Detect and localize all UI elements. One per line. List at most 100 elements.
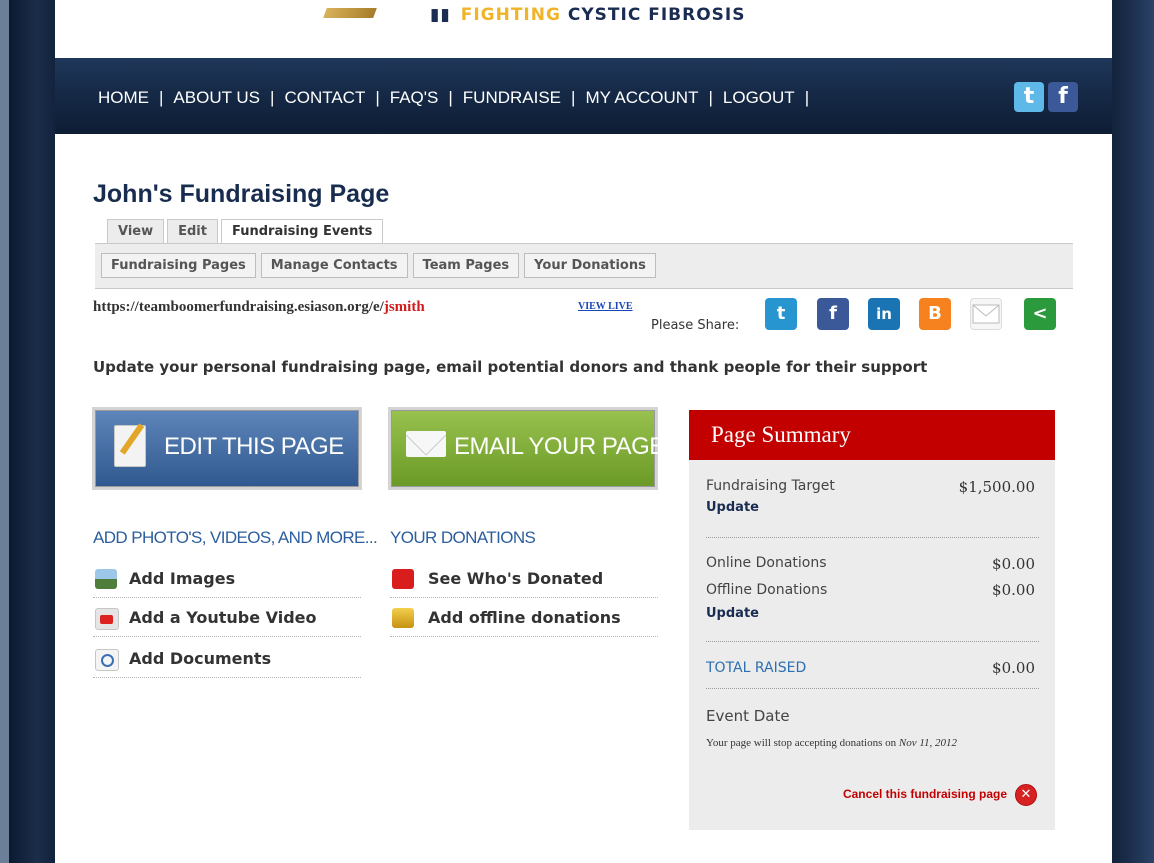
intro-text: Update your personal fundraising page, e… bbox=[93, 358, 928, 376]
share-icon[interactable]: < bbox=[1024, 298, 1056, 330]
tab-view[interactable]: View bbox=[107, 219, 165, 246]
facebook-icon[interactable]: f bbox=[817, 298, 849, 330]
add-youtube-label: Add a Youtube Video bbox=[129, 608, 317, 627]
cancel-glyph: ✕ bbox=[1020, 787, 1032, 802]
pencil-icon bbox=[114, 423, 146, 467]
youtube-icon bbox=[95, 608, 119, 630]
heart-icon bbox=[392, 569, 414, 589]
nav-my-account[interactable]: MY ACCOUNT bbox=[585, 88, 698, 108]
share-facebook-glyph: f bbox=[829, 303, 837, 324]
total-raised-value: $0.00 bbox=[992, 659, 1035, 677]
nav-faqs[interactable]: FAQ'S bbox=[390, 88, 439, 108]
event-date-value: Nov 11, 2012 bbox=[898, 737, 958, 749]
add-offline-donations-label: Add offline donations bbox=[428, 608, 621, 627]
twitter-icon[interactable]: t bbox=[765, 298, 797, 330]
nav-separator: | bbox=[159, 88, 164, 107]
update-offline-link[interactable]: Update bbox=[706, 606, 759, 621]
divider bbox=[706, 688, 1039, 689]
logo-mark-icon bbox=[323, 8, 377, 18]
nav-separator: | bbox=[270, 88, 275, 107]
update-target-link[interactable]: Update bbox=[706, 500, 759, 515]
nav-separator: | bbox=[571, 88, 576, 107]
email-page-label: EMAIL YOUR PAGE bbox=[454, 433, 665, 460]
subtab-team-pages[interactable]: Team Pages bbox=[412, 253, 520, 278]
add-images-link[interactable]: Add Images bbox=[93, 559, 361, 598]
add-images-label: Add Images bbox=[129, 569, 236, 588]
offline-donations-label: Offline Donations bbox=[706, 582, 828, 598]
subtab-your-donations[interactable]: Your Donations bbox=[524, 253, 656, 278]
summary-header: Page Summary bbox=[689, 410, 1055, 460]
nav-separator: | bbox=[375, 88, 380, 107]
add-media-heading: ADD PHOTO'S, VIDEOS, AND MORE... bbox=[93, 528, 378, 547]
cancel-page-link[interactable]: Cancel this fundraising page bbox=[843, 787, 1007, 801]
please-share-label: Please Share: bbox=[651, 318, 740, 333]
facebook-icon[interactable]: f bbox=[1048, 82, 1078, 112]
twitter-icon[interactable]: t bbox=[1014, 82, 1044, 112]
event-date-label: Event Date bbox=[706, 707, 790, 725]
subtab-bar: Fundraising Pages Manage Contacts Team P… bbox=[95, 243, 1073, 289]
side-strip bbox=[0, 0, 9, 863]
share-twitter-glyph: t bbox=[776, 303, 786, 324]
online-donations-value: $0.00 bbox=[992, 555, 1035, 573]
tab-bar: View Edit Fundraising Events bbox=[107, 219, 386, 246]
share-glyph: < bbox=[1032, 303, 1048, 324]
add-offline-donations-link[interactable]: Add offline donations bbox=[390, 598, 658, 637]
linkedin-icon[interactable]: in bbox=[868, 298, 900, 330]
logo-text-b: CYSTIC FIBROSIS bbox=[567, 5, 746, 25]
edit-page-button[interactable]: EDIT THIS PAGE bbox=[95, 410, 359, 487]
nav-logout[interactable]: LOGOUT bbox=[723, 88, 795, 108]
nav-fundraise[interactable]: FUNDRAISE bbox=[463, 88, 561, 108]
share-linkedin-glyph: in bbox=[876, 305, 892, 323]
email-icon[interactable] bbox=[970, 298, 1002, 330]
share-blogger-glyph: B bbox=[928, 303, 942, 324]
divider bbox=[706, 537, 1039, 538]
nav-separator: | bbox=[448, 88, 453, 107]
page-title: John's Fundraising Page bbox=[93, 180, 390, 208]
nav-about-us[interactable]: ABOUT US bbox=[173, 88, 260, 108]
blogger-icon[interactable]: B bbox=[919, 298, 951, 330]
add-documents-label: Add Documents bbox=[129, 649, 272, 668]
logo-text-a: FIGHTING bbox=[460, 5, 561, 25]
tab-edit[interactable]: Edit bbox=[167, 219, 218, 246]
divider bbox=[706, 641, 1039, 642]
image-icon bbox=[95, 569, 117, 589]
logo-emblem-icon: ▮▮ bbox=[430, 5, 451, 25]
nav-separator: | bbox=[804, 88, 810, 107]
add-youtube-link[interactable]: Add a Youtube Video bbox=[93, 598, 361, 637]
document-search-icon bbox=[95, 649, 119, 671]
view-live-link[interactable]: VIEW LIVE bbox=[578, 301, 633, 312]
facebook-glyph: f bbox=[1058, 84, 1068, 109]
offline-donations-value: $0.00 bbox=[992, 581, 1035, 599]
envelope-icon bbox=[406, 431, 446, 457]
page-summary-panel: Page Summary Fundraising Target $1,500.0… bbox=[689, 410, 1055, 830]
coins-icon bbox=[392, 608, 414, 628]
target-label: Fundraising Target bbox=[706, 478, 835, 494]
tab-fundraising-events[interactable]: Fundraising Events bbox=[220, 219, 384, 246]
right-frame bbox=[1112, 0, 1154, 863]
see-donations-link[interactable]: See Who's Donated bbox=[390, 559, 658, 598]
online-donations-label: Online Donations bbox=[706, 555, 827, 571]
main-nav: HOME | ABOUT US | CONTACT | FAQ'S | FUND… bbox=[55, 58, 1112, 134]
email-page-button[interactable]: EMAIL YOUR PAGE bbox=[391, 410, 665, 487]
see-donations-label: See Who's Donated bbox=[428, 569, 604, 588]
logo-strip: ▮▮ FIGHTING CYSTIC FIBROSIS bbox=[55, 0, 1112, 58]
donations-heading: YOUR DONATIONS bbox=[390, 528, 536, 547]
nav-contact[interactable]: CONTACT bbox=[284, 88, 365, 108]
nav-items: HOME | ABOUT US | CONTACT | FAQ'S | FUND… bbox=[98, 88, 819, 108]
event-note-text: Your page will stop accepting donations … bbox=[706, 737, 897, 749]
page-url: https://teamboomerfundraising.esiason.or… bbox=[93, 299, 425, 316]
page-content: ▮▮ FIGHTING CYSTIC FIBROSIS HOME | ABOUT … bbox=[55, 0, 1112, 863]
subtab-fundraising-pages[interactable]: Fundraising Pages bbox=[101, 253, 256, 278]
close-circle-icon[interactable]: ✕ bbox=[1015, 784, 1037, 806]
event-note: Your page will stop accepting donations … bbox=[706, 734, 1036, 752]
add-documents-link[interactable]: Add Documents bbox=[93, 639, 361, 678]
subtab-manage-contacts[interactable]: Manage Contacts bbox=[260, 253, 408, 278]
nav-separator: | bbox=[708, 88, 713, 107]
url-base: https://teamboomerfundraising.esiason.or… bbox=[93, 299, 384, 315]
edit-page-label: EDIT THIS PAGE bbox=[164, 433, 344, 460]
nav-home[interactable]: HOME bbox=[98, 88, 149, 108]
twitter-glyph: t bbox=[1023, 84, 1035, 109]
logo[interactable]: ▮▮ FIGHTING CYSTIC FIBROSIS bbox=[430, 5, 745, 25]
left-frame bbox=[9, 0, 55, 863]
summary-title: Page Summary bbox=[711, 422, 851, 447]
